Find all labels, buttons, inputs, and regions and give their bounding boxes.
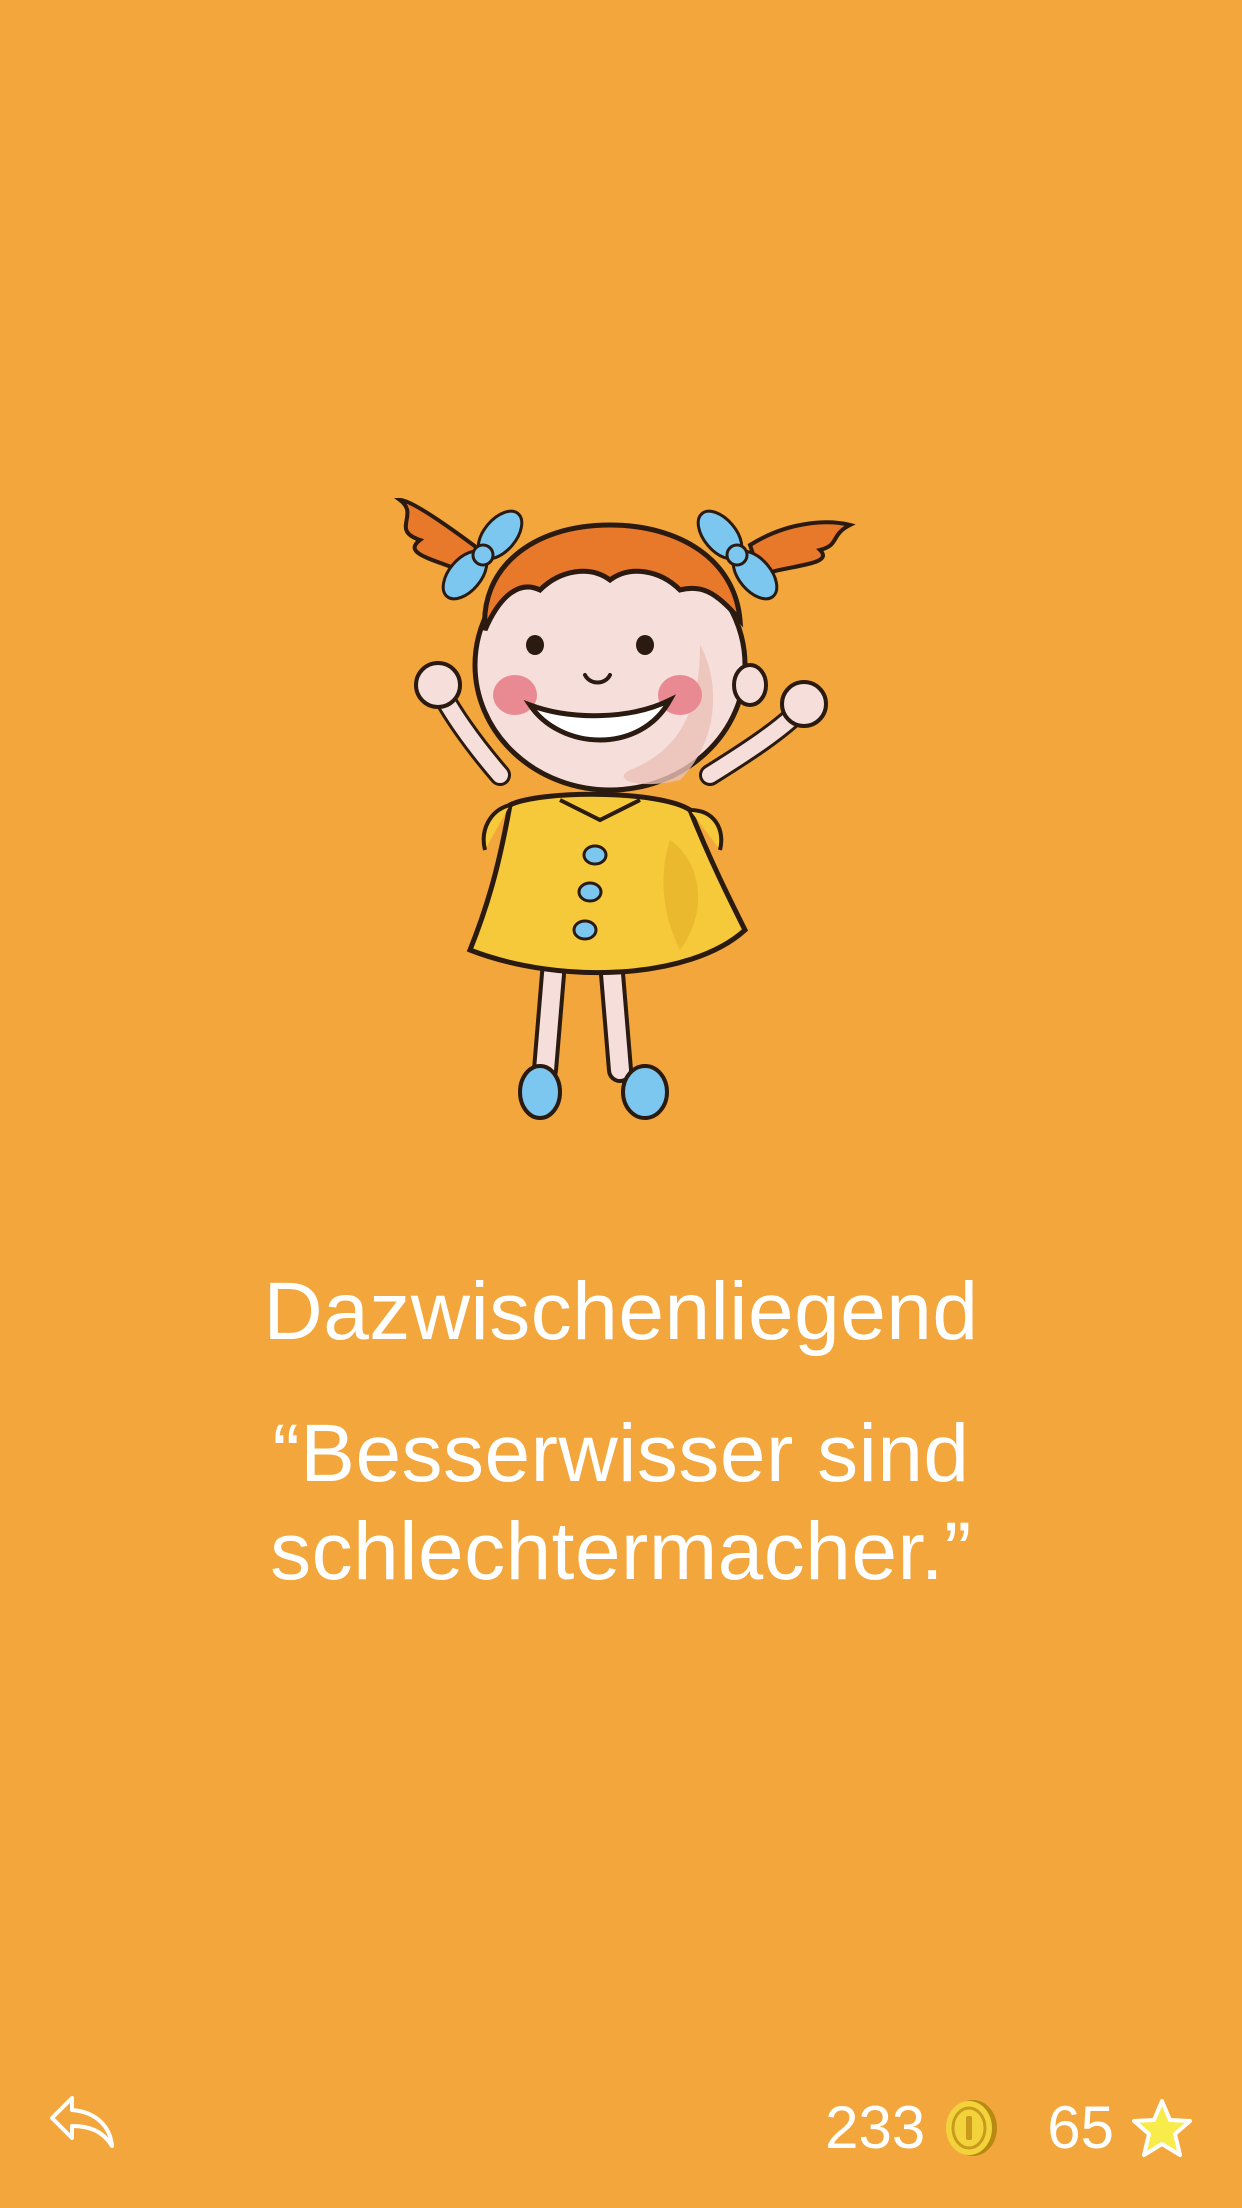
quote-line-1: “Besserwisser sind (272, 1408, 970, 1499)
character-illustration (380, 480, 880, 1140)
coin-count: 233 (825, 2094, 926, 2161)
yellow-star-icon (1132, 2099, 1192, 2157)
stats-bar: 233 65 (825, 2090, 1194, 2166)
quote-line-2: schlechtermacher.” (270, 1506, 972, 1597)
level-title: Dazwischenliegend (263, 1266, 979, 1357)
share-back-icon (50, 2096, 114, 2148)
gold-coin-icon (946, 2100, 998, 2156)
quote-text: “Besserwisser sind schlechtermacher.” (221, 1405, 1021, 1601)
back-button[interactable] (44, 2090, 120, 2154)
star-count: 65 (1047, 2094, 1114, 2161)
